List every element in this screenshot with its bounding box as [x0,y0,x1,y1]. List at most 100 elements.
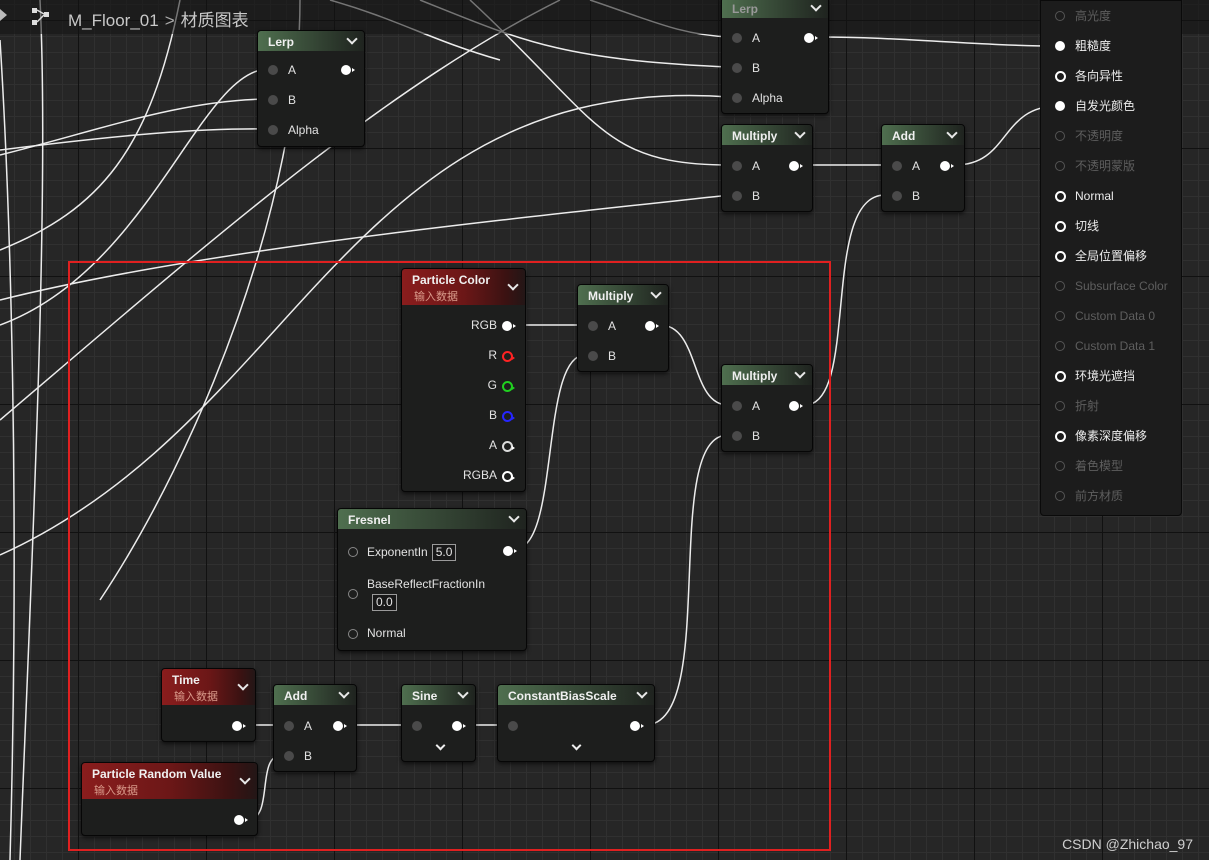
input-pin-a[interactable] [732,161,742,171]
output-pin[interactable] [789,161,803,171]
pin-label: B [752,61,761,75]
input-pin[interactable] [1055,461,1065,471]
wire [0,0,181,251]
material-input-label: 全局位置偏移 [1075,249,1148,263]
material-input-label: 粗糙度 [1075,39,1112,53]
breadcrumb: M_Floor_01 > 材质图表 [68,6,249,31]
material-input-row[interactable]: Custom Data 0 [1041,306,1181,326]
pin-label: B [912,189,921,203]
input-pin[interactable] [1055,281,1065,291]
input-pin[interactable] [1055,401,1065,411]
material-input-row[interactable]: 前方材质 [1041,486,1181,506]
input-pin-b[interactable] [732,63,742,73]
input-pin[interactable] [1055,491,1065,501]
wire [0,98,269,156]
input-pin[interactable] [1055,251,1066,262]
input-pin[interactable] [1055,131,1065,141]
material-input-label: 高光度 [1075,9,1112,23]
input-pin[interactable] [1055,371,1066,382]
material-input-label: Custom Data 1 [1075,339,1156,353]
pin-label: A [752,159,761,173]
material-input-label: 切线 [1075,219,1100,233]
lerp-node[interactable]: Lerp A B Alpha [721,0,829,114]
lerp-node[interactable]: Lerp A B Alpha [257,30,365,147]
output-pin[interactable] [804,33,818,43]
material-input-row[interactable]: 折射 [1041,396,1181,416]
material-input-label: 各向异性 [1075,69,1124,83]
breadcrumb-separator: > [164,11,175,30]
output-pin[interactable] [940,161,954,171]
material-input-label: 像素深度偏移 [1075,429,1148,443]
material-input-label: Normal [1075,189,1114,203]
material-input-label: Custom Data 0 [1075,309,1156,323]
material-input-label: Subsurface Color [1075,279,1168,293]
material-input-row[interactable]: Subsurface Color [1041,276,1181,296]
material-input-label: 不透明蒙版 [1075,159,1136,173]
input-pin[interactable] [1055,431,1066,442]
chevron-down-icon[interactable] [345,34,358,47]
input-pin[interactable] [1055,311,1065,321]
chevron-down-icon[interactable] [945,128,958,141]
wire [19,0,44,860]
material-input-row[interactable]: 像素深度偏移 [1041,426,1181,446]
input-pin[interactable] [1055,191,1066,202]
input-pin[interactable] [1055,341,1065,351]
chevron-down-icon[interactable] [809,1,822,14]
material-input-row[interactable]: Custom Data 1 [1041,336,1181,356]
node-title: Lerp [732,2,759,16]
wire [0,39,15,860]
material-input-label: 着色模型 [1075,459,1124,473]
material-input-label: 前方材质 [1075,489,1124,503]
breadcrumb-asset[interactable]: M_Floor_01 [68,11,159,31]
material-input-row[interactable]: 自发光颜色 [1041,96,1181,116]
input-pin-a[interactable] [732,33,742,43]
input-pin[interactable] [1055,41,1065,51]
collapse-arrow-icon[interactable] [0,9,7,21]
material-input-row[interactable]: 各向异性 [1041,66,1181,86]
input-pin[interactable] [1055,101,1065,111]
input-pin-b[interactable] [268,95,278,105]
pin-label: Alpha [288,123,319,137]
material-input-row[interactable]: 全局位置偏移 [1041,246,1181,266]
material-input-label: 不透明度 [1075,129,1124,143]
material-input-row[interactable]: Normal [1041,186,1181,206]
multiply-node[interactable]: Multiply A B [721,124,813,212]
material-input-row[interactable]: 粗糙度 [1041,36,1181,56]
breadcrumb-graph[interactable]: 材质图表 [181,6,249,31]
input-pin-a[interactable] [892,161,902,171]
output-pin[interactable] [341,65,355,75]
input-pin-b[interactable] [892,191,902,201]
graph-toolbar: M_Floor_01 > 材质图表 [0,0,1209,34]
pin-label: B [288,93,297,107]
node-title: Add [892,129,916,143]
pin-label: A [912,159,921,173]
input-pin-alpha[interactable] [732,93,742,103]
selection-highlight-box [68,261,831,851]
pin-label: Alpha [752,91,783,105]
pin-label: A [288,63,297,77]
input-pin[interactable] [1055,221,1066,232]
material-input-row[interactable]: 不透明蒙版 [1041,156,1181,176]
chevron-down-icon[interactable] [793,128,806,141]
input-pin[interactable] [1055,71,1066,82]
node-title: Multiply [732,129,778,143]
add-node[interactable]: Add A B [881,124,965,212]
material-input-label: 环境光遮挡 [1075,369,1136,383]
material-input-row[interactable]: 环境光遮挡 [1041,366,1181,386]
wire [0,128,269,151]
input-pin[interactable] [1055,161,1065,171]
input-pin[interactable] [1055,11,1065,21]
material-input-row[interactable]: 着色模型 [1041,456,1181,476]
input-pin-a[interactable] [268,65,278,75]
node-title: Lerp [268,35,295,49]
material-result-node[interactable]: 高光度粗糙度各向异性自发光颜色不透明度不透明蒙版 Normal 切线全局位置偏移 Su… [1040,0,1182,516]
material-input-row[interactable]: 不透明度 [1041,126,1181,146]
material-graph-icon [32,8,49,25]
pin-label: B [752,189,761,203]
material-input-row[interactable]: 切线 [1041,216,1181,236]
material-input-label: 自发光颜色 [1075,99,1136,113]
watermark: CSDN @Zhichao_97 [1062,836,1193,852]
input-pin-b[interactable] [732,191,742,201]
material-input-row[interactable]: 高光度 [1041,6,1181,26]
input-pin-alpha[interactable] [268,125,278,135]
